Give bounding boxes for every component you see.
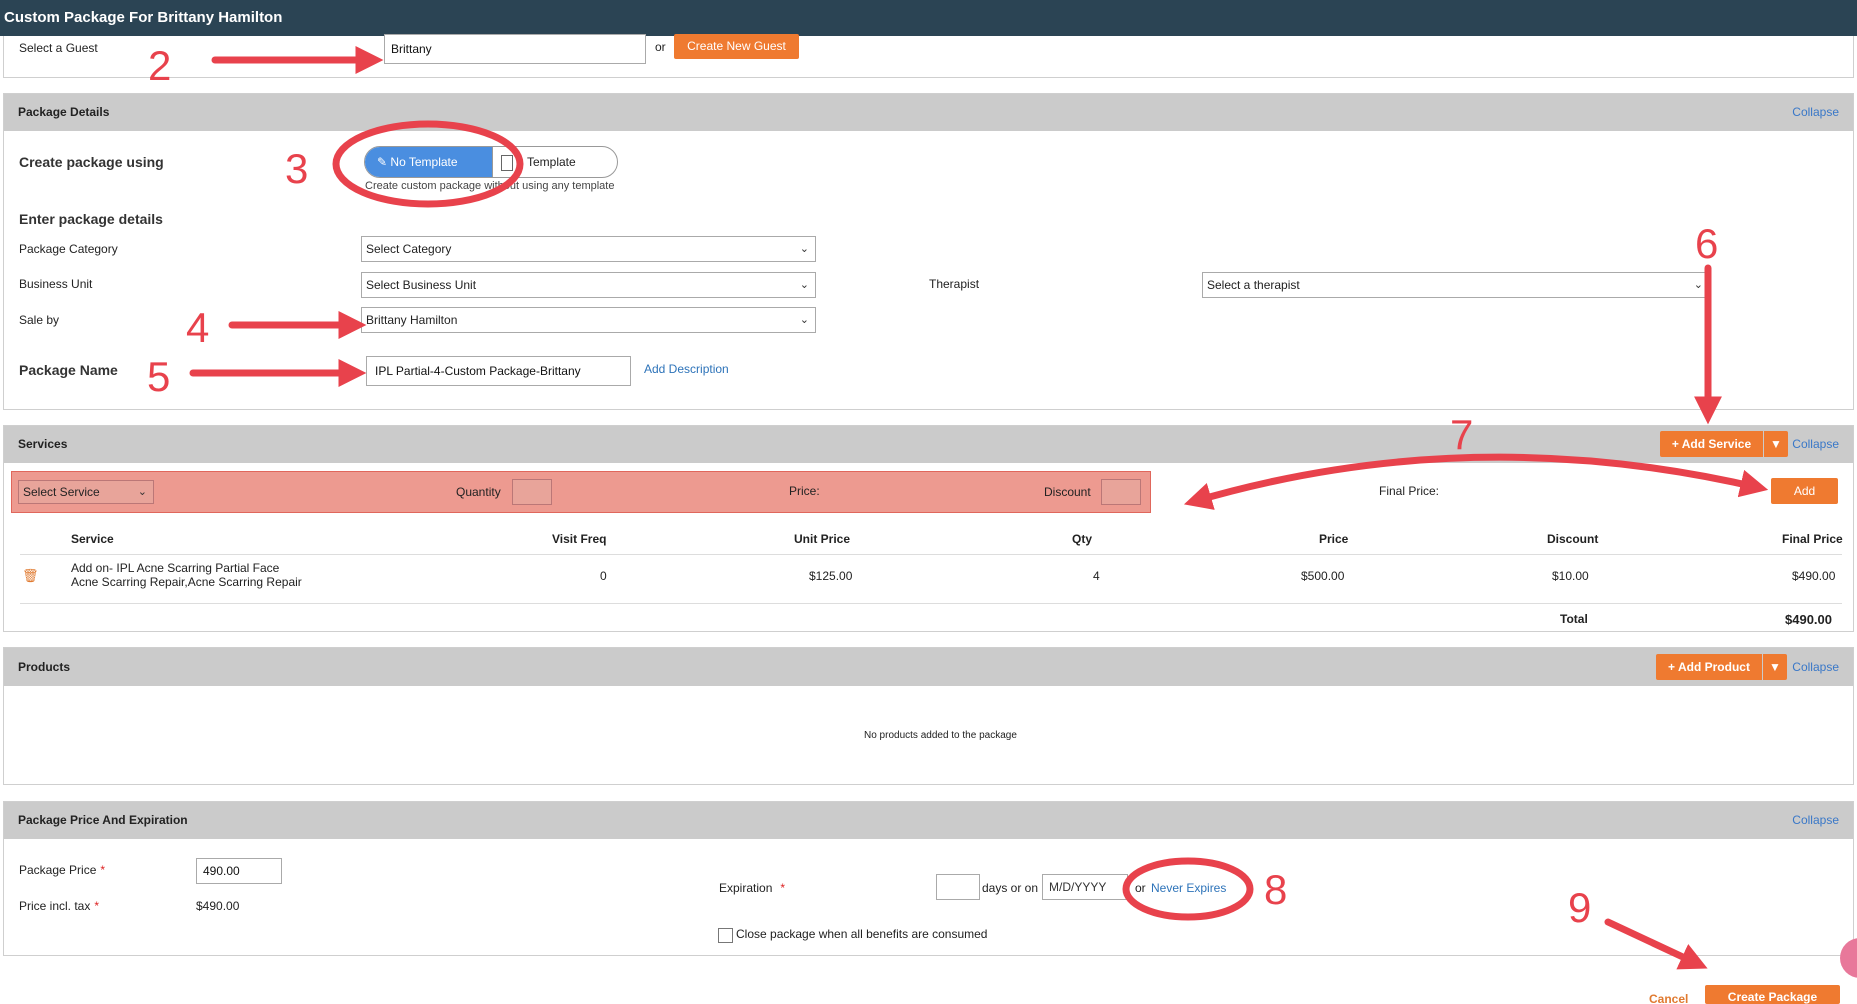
annotation-arrow — [1183, 453, 1769, 510]
annotation-circle — [1122, 857, 1254, 921]
annotation-number: 4 — [186, 304, 209, 351]
annotation-number: 9 — [1568, 884, 1591, 931]
annotation-number: 8 — [1264, 866, 1287, 913]
annotation-number: 7 — [1450, 411, 1473, 458]
annotation-number: 5 — [147, 353, 170, 400]
annotation-number: 2 — [148, 42, 171, 89]
annotation-circle — [332, 120, 524, 208]
annotation-number: 6 — [1695, 220, 1718, 267]
annotation-arrow — [1604, 918, 1708, 970]
annotation-number: 3 — [285, 145, 308, 192]
annotation-overlay: 2 3 4 5 6 7 8 9 — [147, 42, 1769, 970]
